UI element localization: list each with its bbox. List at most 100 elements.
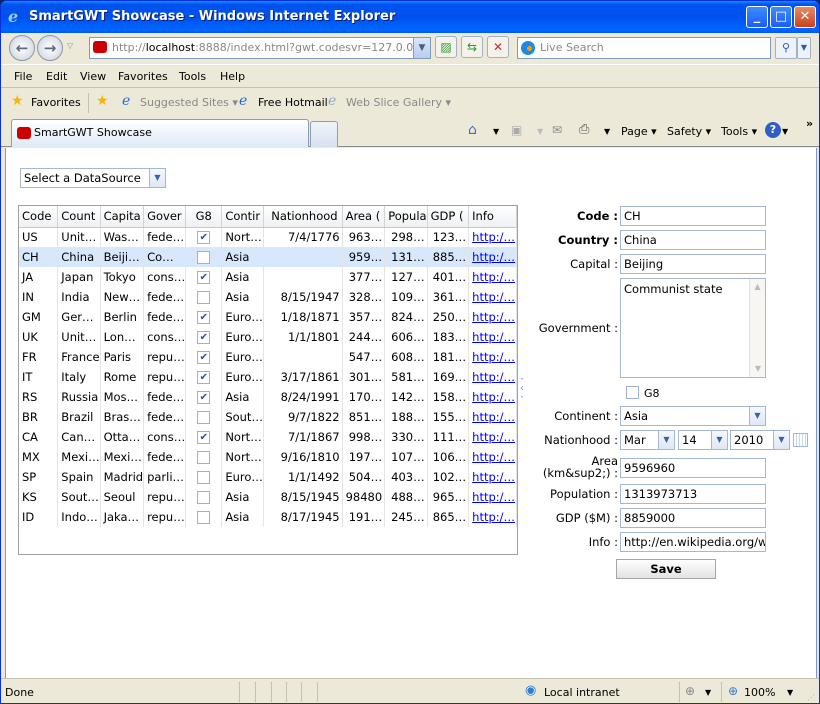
cell-capital[interactable]: New…: [100, 287, 145, 307]
cell-population[interactable]: 245…: [384, 507, 428, 527]
cell-info[interactable]: http:/…: [468, 247, 517, 267]
add-favorite-icon[interactable]: ★: [96, 93, 109, 109]
cell-g8[interactable]: ✔: [185, 227, 223, 247]
tools-menu[interactable]: Tools ▾: [721, 125, 757, 138]
help-icon[interactable]: ?: [765, 122, 781, 138]
cell-code[interactable]: BR: [19, 407, 59, 427]
cell-nationhood[interactable]: 9/7/1822: [263, 407, 343, 427]
cell-country[interactable]: Indo…: [57, 507, 101, 527]
stop-button[interactable]: ✕: [487, 36, 509, 58]
cell-population[interactable]: 188…: [384, 407, 428, 427]
g8-row-checkbox[interactable]: [197, 451, 211, 464]
cell-g8[interactable]: [185, 247, 223, 267]
table-row[interactable]: US Unit… Was… fede… ✔ Nort… 7/4/1776 963… 298… 12…: [19, 227, 517, 247]
info-link[interactable]: http:/…: [472, 330, 515, 344]
table-row[interactable]: CA Can… Otta… cons… ✔ Nort… 7/1/1867 998… 330… 11…: [19, 427, 517, 447]
cell-g8[interactable]: [185, 287, 223, 307]
cell-gdp[interactable]: 885…: [427, 247, 470, 267]
refresh-button[interactable]: ⇆: [461, 36, 483, 58]
cell-continent[interactable]: Nort…: [221, 227, 265, 247]
cell-code[interactable]: US: [19, 227, 59, 247]
cell-area[interactable]: 244…: [342, 327, 386, 347]
table-row[interactable]: KS Sout… Seoul repu… Asia 8/15/1945 98480 488… 9…: [19, 487, 517, 507]
menu-edit[interactable]: Edit: [46, 70, 67, 83]
cell-area[interactable]: 851…: [342, 407, 386, 427]
g8-row-checkbox[interactable]: [197, 471, 211, 484]
cell-government[interactable]: repu…: [143, 347, 187, 367]
cell-population[interactable]: 581…: [384, 367, 428, 387]
cell-g8[interactable]: [185, 487, 223, 507]
table-row[interactable]: SP Spain Madrid parli… Euro… 1/1/1492 504… 403……: [19, 467, 517, 487]
free-hotmail-link[interactable]: Free Hotmail: [258, 96, 328, 109]
suggested-sites-link[interactable]: Suggested Sites ▾: [140, 96, 238, 109]
column-header-population[interactable]: Popula: [384, 206, 428, 228]
cell-area[interactable]: 328…: [342, 287, 386, 307]
nationhood-year-select[interactable]: 2010 ▼: [730, 430, 790, 450]
info-link[interactable]: http:/…: [472, 350, 515, 364]
cell-gdp[interactable]: 181…: [427, 347, 470, 367]
g8-row-checkbox[interactable]: ✔: [197, 331, 211, 344]
cell-government[interactable]: fede…: [143, 307, 187, 327]
help-dropdown-icon[interactable]: ▼: [782, 127, 788, 136]
cell-country[interactable]: Can…: [57, 427, 101, 447]
back-button[interactable]: ←: [9, 35, 35, 61]
security-zone[interactable]: Local intranet: [544, 686, 620, 699]
cell-area[interactable]: 170…: [342, 387, 386, 407]
cell-capital[interactable]: Mos…: [100, 387, 145, 407]
g8-row-checkbox[interactable]: [197, 491, 211, 504]
cell-government[interactable]: fede…: [143, 407, 187, 427]
cell-country[interactable]: Sout…: [57, 487, 101, 507]
cell-population[interactable]: 403…: [384, 467, 428, 487]
g8-checkbox[interactable]: [626, 385, 639, 399]
cell-continent[interactable]: Euro…: [221, 367, 265, 387]
info-link[interactable]: http:/…: [472, 490, 515, 504]
cell-population[interactable]: 127…: [384, 267, 428, 287]
cell-nationhood[interactable]: 8/15/1945: [263, 487, 343, 507]
cell-info[interactable]: http:/…: [468, 487, 517, 507]
search-options-button[interactable]: ▼: [797, 37, 811, 59]
cell-country[interactable]: Ger…: [57, 307, 101, 327]
protected-mode-dropdown-icon[interactable]: ▼: [705, 688, 711, 697]
cell-info[interactable]: http:/…: [468, 387, 517, 407]
history-dropdown-icon[interactable]: ▽: [67, 41, 73, 50]
cell-gdp[interactable]: 106…: [427, 447, 470, 467]
cell-area[interactable]: 98480: [342, 487, 386, 507]
cell-code[interactable]: IN: [19, 287, 59, 307]
cell-nationhood[interactable]: 8/17/1945: [263, 507, 343, 527]
cell-area[interactable]: 377…: [342, 267, 386, 287]
cell-country[interactable]: Unit…: [57, 227, 101, 247]
cell-code[interactable]: RS: [19, 387, 59, 407]
cell-g8[interactable]: ✔: [185, 367, 223, 387]
menu-file[interactable]: File: [14, 70, 32, 83]
cell-continent[interactable]: Asia: [221, 247, 265, 267]
cell-country[interactable]: India: [57, 287, 101, 307]
page-menu[interactable]: Page ▾: [621, 125, 657, 138]
cell-info[interactable]: http:/…: [468, 467, 517, 487]
table-row[interactable]: RS Russia Mos… fede… ✔ Asia 8/24/1991 170… 142… 1…: [19, 387, 517, 407]
cell-population[interactable]: 488…: [384, 487, 428, 507]
cell-capital[interactable]: Paris: [100, 347, 145, 367]
scroll-down-icon[interactable]: ▼: [750, 361, 765, 377]
cell-area[interactable]: 197…: [342, 447, 386, 467]
government-textarea[interactable]: Communist state ▲ ▼: [620, 278, 766, 378]
info-link[interactable]: http:/…: [472, 230, 515, 244]
cell-gdp[interactable]: 155…: [427, 407, 470, 427]
cell-g8[interactable]: ✔: [185, 327, 223, 347]
cell-info[interactable]: http:/…: [468, 367, 517, 387]
cell-gdp[interactable]: 361…: [427, 287, 470, 307]
area-field[interactable]: 9596960: [620, 458, 766, 478]
cell-gdp[interactable]: 169…: [427, 367, 470, 387]
cell-population[interactable]: 298…: [384, 227, 428, 247]
cell-continent[interactable]: Euro…: [221, 327, 265, 347]
cell-population[interactable]: 608…: [384, 347, 428, 367]
cell-gdp[interactable]: 965…: [427, 487, 470, 507]
cell-capital[interactable]: Berlin: [100, 307, 145, 327]
cell-nationhood[interactable]: 8/24/1991: [263, 387, 343, 407]
cell-code[interactable]: IT: [19, 367, 59, 387]
cell-capital[interactable]: Jaka…: [100, 507, 145, 527]
cell-capital[interactable]: Bras…: [100, 407, 145, 427]
cell-code[interactable]: FR: [19, 347, 59, 367]
column-header-nationhood[interactable]: Nationhood: [263, 206, 343, 228]
info-link[interactable]: http:/…: [472, 470, 515, 484]
cell-population[interactable]: 606…: [384, 327, 428, 347]
